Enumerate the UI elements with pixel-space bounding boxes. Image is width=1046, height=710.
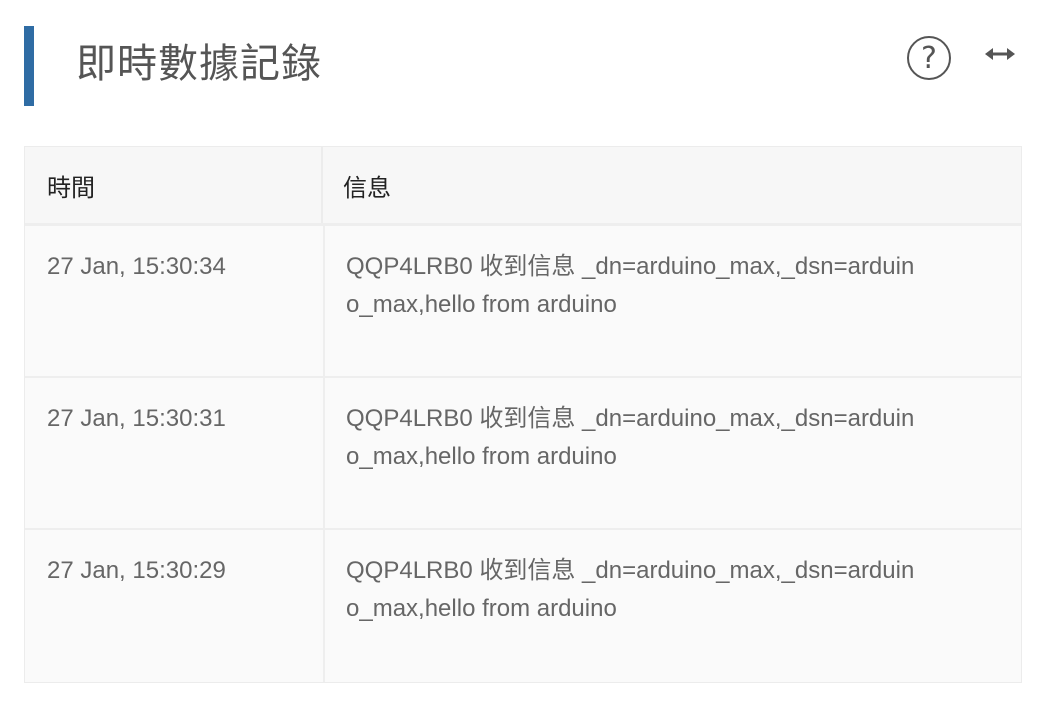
- row-message: QQP4LRB0 收到信息 _dn=arduino_max,_dsn=ardui…: [346, 557, 915, 622]
- row-message: QQP4LRB0 收到信息 _dn=arduino_max,_dsn=ardui…: [346, 253, 915, 318]
- expand-button[interactable]: [984, 42, 1016, 66]
- data-log-table: 時間 信息 27 Jan, 15:30:34 QQP4LRB0 收到信息 _dn…: [24, 146, 1022, 683]
- row-time: 27 Jan, 15:30:34: [25, 226, 325, 376]
- table-row: 27 Jan, 15:30:29 QQP4LRB0 收到信息 _dn=ardui…: [25, 530, 1021, 682]
- column-header-message: 信息: [343, 173, 391, 202]
- table-row: 27 Jan, 15:30:34 QQP4LRB0 收到信息 _dn=ardui…: [25, 226, 1021, 378]
- arrows-horizontal-icon: [985, 48, 1015, 60]
- section-accent-bar: [24, 26, 34, 106]
- column-header-time: 時間: [25, 147, 323, 223]
- row-time: 27 Jan, 15:30:29: [25, 530, 325, 682]
- page-title: 即時數據記錄: [76, 41, 322, 87]
- table-row: 27 Jan, 15:30:31 QQP4LRB0 收到信息 _dn=ardui…: [25, 378, 1021, 530]
- row-message: QQP4LRB0 收到信息 _dn=arduino_max,_dsn=ardui…: [346, 405, 915, 470]
- help-button[interactable]: ?: [907, 36, 951, 80]
- question-circle-icon: ?: [921, 40, 937, 76]
- table-header: 時間 信息: [25, 147, 1021, 226]
- row-time: 27 Jan, 15:30:31: [25, 378, 325, 528]
